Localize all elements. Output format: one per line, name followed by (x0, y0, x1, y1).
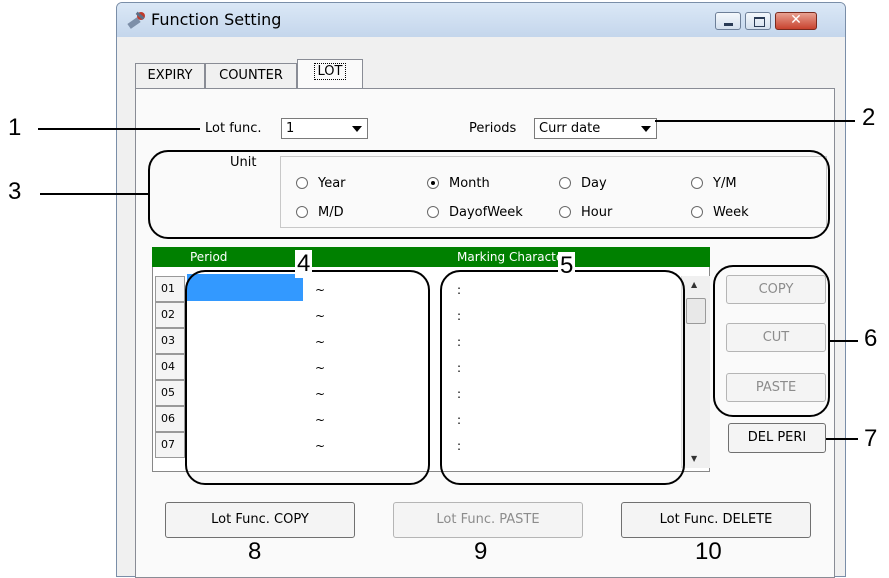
close-button[interactable]: ✕ (775, 12, 817, 30)
close-icon: ✕ (790, 12, 802, 28)
tools-icon (127, 11, 145, 29)
marking-column-header: Marking Characters (457, 250, 575, 264)
callout-line-3 (40, 193, 150, 195)
window-title: Function Setting (151, 10, 282, 29)
callout-box-period (185, 270, 430, 485)
vertical-scrollbar[interactable]: ▲ ▼ (681, 276, 710, 468)
callout-box-marking (440, 270, 685, 485)
row-header[interactable]: 06 (155, 406, 185, 432)
callout-line-2 (655, 120, 855, 122)
callout-7: 7 (864, 425, 878, 452)
lot-func-delete-button[interactable]: Lot Func. DELETE (621, 502, 811, 538)
scroll-up-icon[interactable]: ▲ (691, 280, 697, 289)
maximize-button[interactable] (745, 12, 771, 30)
tab-lot[interactable]: LOT (297, 59, 363, 89)
period-column-header: Period (190, 250, 228, 264)
row-header[interactable]: 03 (155, 328, 185, 354)
callout-4: 4 (295, 250, 313, 278)
maximize-icon (754, 17, 765, 27)
callout-8: 8 (248, 538, 262, 565)
lot-func-copy-button[interactable]: Lot Func. COPY (165, 502, 355, 538)
row-header[interactable]: 01 (155, 276, 185, 302)
lot-func-value: 1 (286, 121, 295, 136)
minimize-icon (724, 23, 733, 26)
del-peri-button[interactable]: DEL PERI (728, 423, 826, 453)
callout-5: 5 (558, 252, 576, 280)
lot-func-paste-button[interactable]: Lot Func. PASTE (393, 502, 583, 538)
callout-box-edit-buttons (713, 265, 830, 417)
tab-lot-label: LOT (313, 63, 347, 80)
grid-header: Period Marking Characters (152, 247, 710, 267)
callout-2: 2 (862, 104, 876, 131)
callout-10: 10 (695, 538, 722, 565)
callout-6: 6 (864, 325, 878, 352)
callout-9: 9 (474, 538, 488, 565)
periods-label: Periods (469, 121, 517, 136)
row-header[interactable]: 02 (155, 302, 185, 328)
lot-func-select[interactable]: 1 (281, 118, 368, 139)
periods-value: Curr date (539, 121, 601, 136)
tab-counter[interactable]: COUNTER (205, 63, 297, 88)
chevron-down-icon[interactable] (638, 120, 655, 137)
lot-func-label: Lot func. (205, 121, 262, 136)
title-bar[interactable]: Function Setting ✕ (117, 3, 845, 37)
callout-line-7 (826, 438, 858, 440)
row-header[interactable]: 04 (155, 354, 185, 380)
tab-expiry[interactable]: EXPIRY (135, 63, 205, 88)
scroll-thumb[interactable] (686, 298, 706, 324)
callout-line-1 (38, 128, 200, 130)
minimize-button[interactable] (715, 12, 741, 30)
row-header[interactable]: 05 (155, 380, 185, 406)
scroll-down-icon[interactable]: ▼ (691, 454, 697, 463)
chevron-down-icon[interactable] (349, 120, 366, 137)
periods-select[interactable]: Curr date (534, 118, 657, 139)
callout-3: 3 (8, 178, 22, 205)
row-header[interactable]: 07 (155, 432, 185, 458)
callout-line-6 (830, 340, 858, 342)
callout-box-unit (148, 150, 830, 239)
callout-1: 1 (8, 114, 22, 141)
